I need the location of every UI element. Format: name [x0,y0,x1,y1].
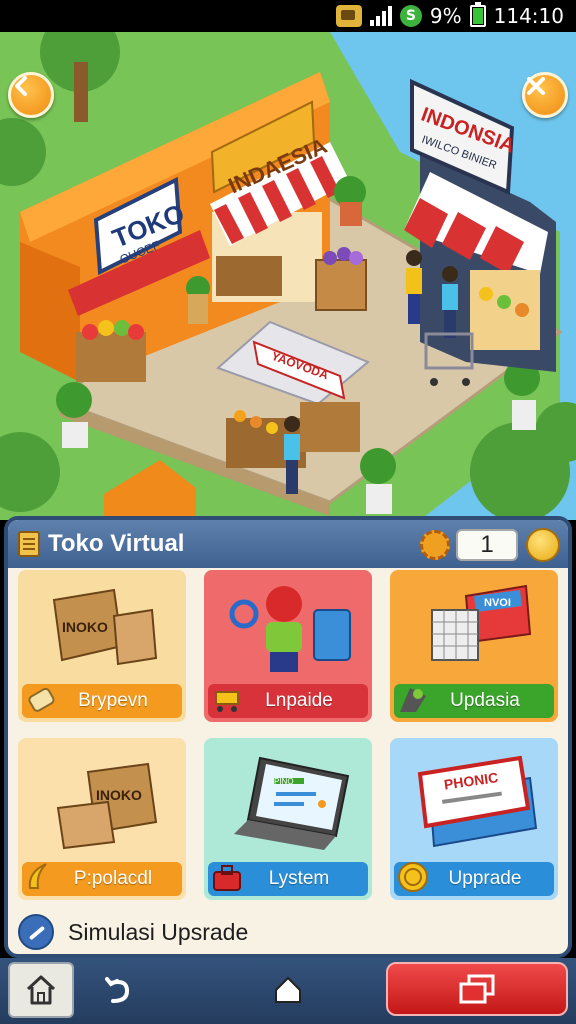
card4-box-text: INOKO [96,787,142,803]
panel-title: Toko Virtual [48,530,185,557]
upgrade-card-4[interactable]: INOKO P:polacdl [18,738,186,900]
battery-icon [469,2,486,27]
banana-icon [28,863,47,889]
card1-box-text: INOKO [62,619,108,635]
close-button[interactable] [522,72,568,118]
wrench-icon [18,914,54,950]
store-panel: Toko Virtual 1 INOKO Brypevn Lnpaide NVO… [4,516,572,958]
refresh-button[interactable] [96,968,140,1012]
home-icon [26,975,56,1005]
scene-art: TOKO OUCEF INDAESIA INDONSIA IWILCO BINI… [0,32,576,520]
panel-header: Toko Virtual 1 [8,520,568,568]
simulation-row[interactable]: Simulasi Upsrade [18,912,248,952]
notepad-icon [18,531,40,557]
upgrade-card-2[interactable]: Lnpaide [204,570,372,722]
gold-coin-icon [398,862,428,892]
back-button[interactable] [8,72,54,118]
upgrade-card-3[interactable]: NVOI Updasia [390,570,558,722]
signal-icon [369,6,392,26]
upgrade-card-1[interactable]: INOKO Brypevn [18,570,186,722]
toolbox-icon [213,865,241,891]
upgrade-card-5[interactable]: PINO Lystem [204,738,372,900]
store-scene[interactable]: TOKO OUCEF INDAESIA INDONSIA IWILCO BINI… [0,32,576,520]
level-counter: 1 [456,529,518,561]
up-button[interactable] [266,968,310,1012]
refresh-icon [105,977,130,1003]
simulation-label: Simulasi Upsrade [68,918,249,945]
coin-icon[interactable] [526,528,560,562]
card5-screen-text: PINO [274,777,294,786]
upgrade-grid: INOKO Brypevn Lnpaide NVOI Updasia INOKO… [18,570,566,906]
status-bar: S 9% 114:10 [0,0,576,32]
app-notification-icon [335,5,362,27]
bottom-nav [0,958,576,1024]
card3-box-text: NVOI [484,597,511,609]
battery-percent: 9% [429,4,462,28]
clock: 114:10 [493,4,564,28]
data-saver-icon: S [399,5,422,27]
windows-icon [459,974,495,1004]
scroll-icon [28,687,55,712]
tag-icon [400,688,426,712]
close-icon [527,77,545,95]
windows-button[interactable] [386,962,568,1016]
up-arrow-icon [275,976,301,1003]
home-button[interactable] [8,962,74,1018]
upgrade-card-6[interactable]: PHONIC Upprade [390,738,558,900]
cart-icon [215,691,239,712]
star-badge-icon[interactable] [420,530,450,560]
back-arrow-icon [15,76,27,96]
